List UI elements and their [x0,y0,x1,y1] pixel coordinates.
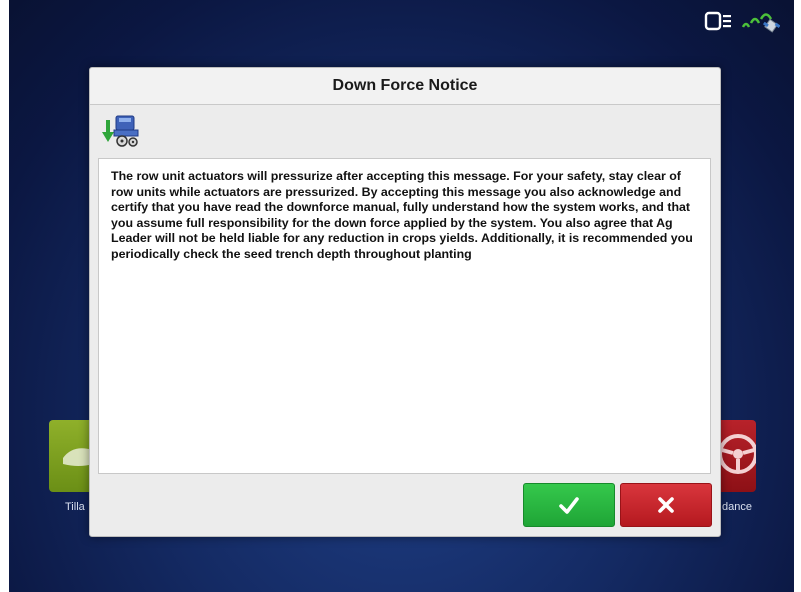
accept-button[interactable] [523,483,615,527]
dialog-title: Down Force Notice [90,68,720,105]
planter-downforce-icon [102,115,139,147]
x-icon [658,497,674,513]
notice-message: The row unit actuators will pressurize a… [111,169,693,261]
checkmark-icon [559,497,579,514]
gps-signal-icon[interactable] [740,7,780,37]
reject-button[interactable] [620,483,712,527]
message-box: The row unit actuators will pressurize a… [98,158,711,474]
tillage-tile-label: Tilla [65,501,85,513]
display-monitor-icon[interactable] [704,9,734,35]
guidance-tile-label: dance [722,501,752,513]
status-bar [704,7,780,37]
down-force-notice-dialog: Down Force Notice The row unit actuators… [89,67,721,537]
